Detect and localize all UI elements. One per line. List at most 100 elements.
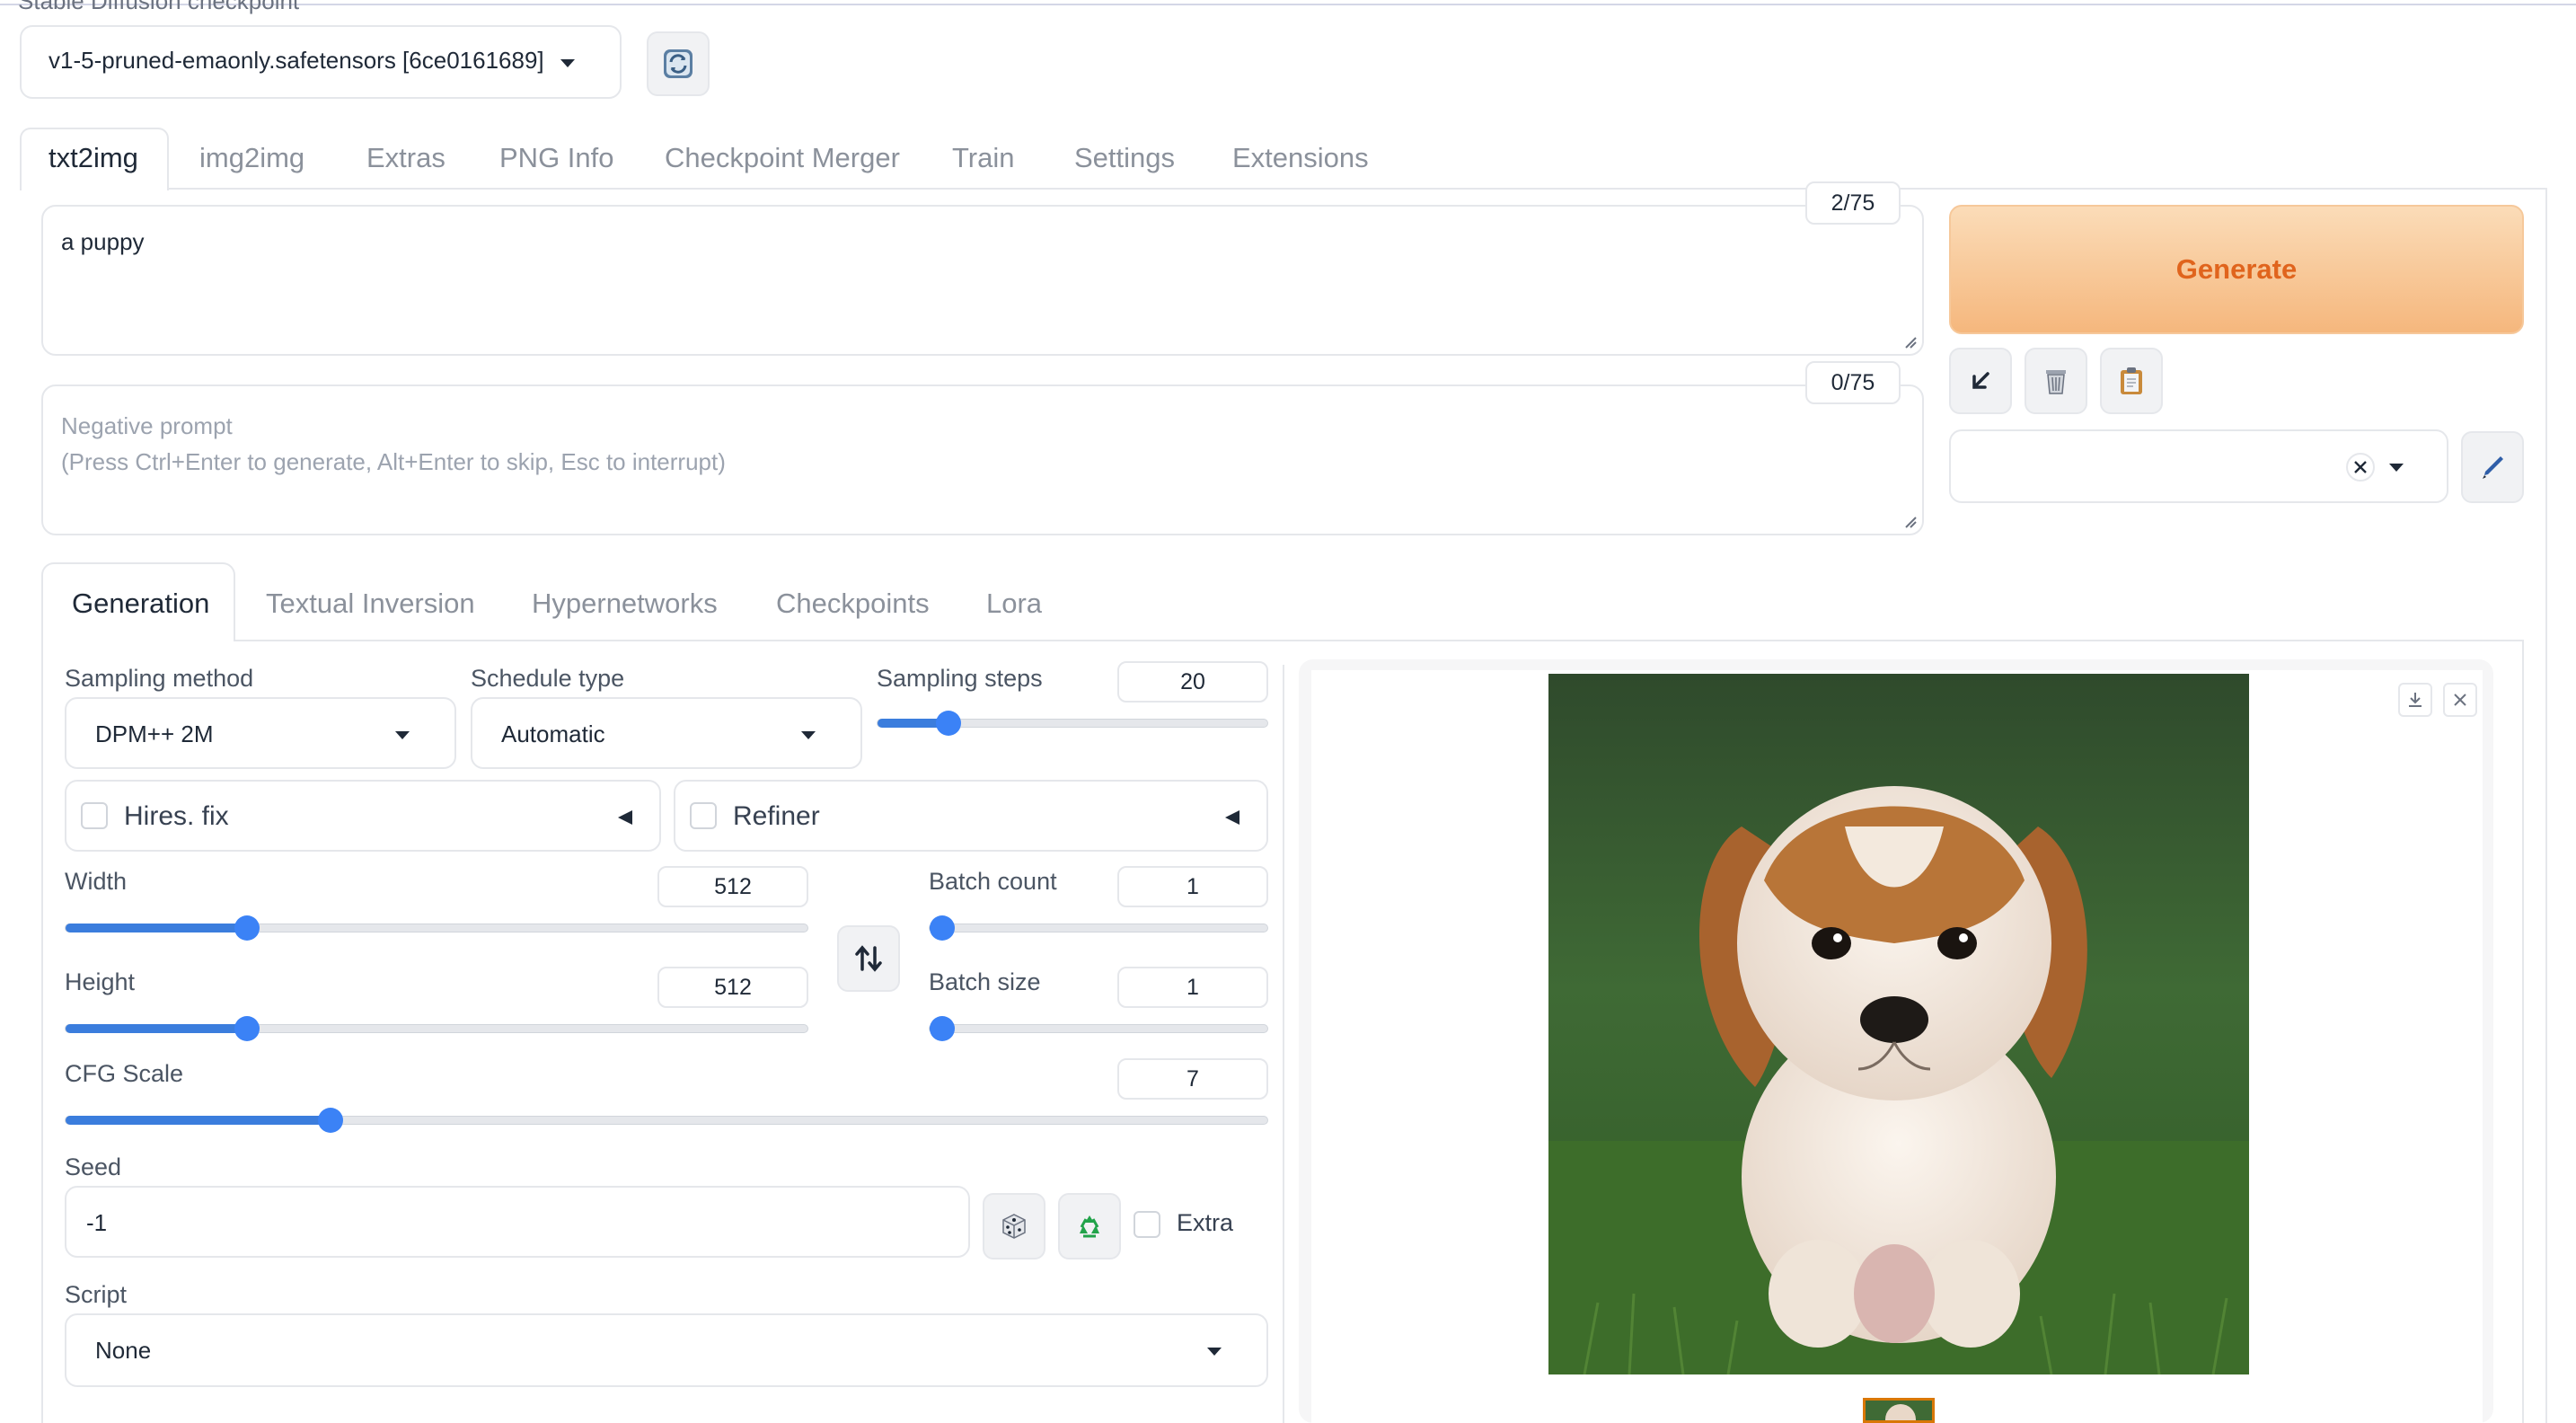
tab-settings[interactable]: Settings — [1074, 142, 1175, 174]
paste-button[interactable] — [2100, 348, 2163, 414]
tab-textual-inversion[interactable]: Textual Inversion — [266, 588, 475, 620]
schedule-type-label: Schedule type — [471, 665, 625, 692]
arrow-down-left-icon — [1972, 372, 1989, 389]
sampling-steps-label: Sampling steps — [877, 665, 1043, 692]
tab-png-info[interactable]: PNG Info — [499, 142, 614, 174]
generate-label: Generate — [2175, 253, 2298, 285]
prompt-text: a puppy — [61, 228, 145, 255]
tab-train[interactable]: Train — [952, 142, 1014, 174]
tab-hypernetworks[interactable]: Hypernetworks — [532, 588, 718, 620]
swap-dimensions-button[interactable] — [837, 925, 900, 992]
cfg-scale-label: CFG Scale — [65, 1060, 184, 1087]
batch-size-slider[interactable] — [929, 1016, 1268, 1041]
edit-styles-button[interactable] — [2461, 431, 2524, 503]
slider-thumb[interactable] — [234, 915, 260, 941]
negative-prompt-placeholder: Negative prompt (Press Ctrl+Enter to gen… — [61, 408, 726, 480]
negative-prompt-textarea[interactable]: Negative prompt (Press Ctrl+Enter to gen… — [41, 384, 1924, 535]
trash-icon — [2046, 370, 2066, 394]
download-icon — [2409, 693, 2422, 707]
close-icon — [2454, 694, 2466, 706]
chevron-down-icon — [801, 731, 816, 739]
refiner-label: Refiner — [733, 801, 820, 831]
random-seed-button[interactable] — [983, 1193, 1045, 1259]
hires-fix-label: Hires. fix — [124, 801, 229, 831]
extra-seed-checkbox[interactable] — [1134, 1211, 1160, 1238]
download-button[interactable] — [2398, 683, 2432, 717]
prompt-token-counter: 2/75 — [1805, 181, 1901, 225]
output-column-divider — [1283, 665, 1284, 1423]
batch-size-label: Batch size — [929, 968, 1041, 995]
close-output-button[interactable] — [2443, 683, 2477, 717]
chevron-down-icon — [1207, 1348, 1222, 1356]
batch-count-slider[interactable] — [929, 915, 1268, 941]
sampling-method-value: DPM++ 2M — [95, 720, 214, 747]
tabs-underline — [167, 188, 2547, 190]
chevron-down-icon — [560, 59, 575, 67]
height-input[interactable]: 512 — [657, 967, 808, 1008]
tab-checkpoints[interactable]: Checkpoints — [776, 588, 930, 620]
tab-extensions[interactable]: Extensions — [1232, 142, 1369, 174]
tab-txt2img[interactable]: txt2img — [49, 142, 138, 174]
tab-lora[interactable]: Lora — [986, 588, 1042, 620]
hires-fix-checkbox[interactable] — [81, 802, 108, 829]
reuse-seed-button[interactable] — [1058, 1193, 1121, 1259]
cfg-scale-slider[interactable] — [65, 1108, 1268, 1133]
sampling-method-label: Sampling method — [65, 665, 254, 692]
slider-thumb[interactable] — [930, 1016, 955, 1041]
sampling-steps-slider[interactable] — [877, 711, 1268, 736]
refiner-checkbox[interactable] — [690, 802, 717, 829]
checkpoint-value: v1-5-pruned-emaonly.safetensors [6ce0161… — [49, 47, 544, 74]
clipboard-icon — [2121, 367, 2142, 394]
width-input[interactable]: 512 — [657, 866, 808, 907]
tab-extras[interactable]: Extras — [366, 142, 446, 174]
extra-seed-label: Extra — [1177, 1209, 1234, 1236]
schedule-type-select[interactable]: Automatic — [471, 697, 862, 769]
refresh-button[interactable] — [647, 31, 710, 96]
top-border — [0, 4, 2576, 5]
subtabs-right-border — [2522, 640, 2524, 1423]
script-select[interactable]: None — [65, 1313, 1268, 1387]
slider-thumb[interactable] — [234, 1016, 260, 1041]
tab-checkpoint-merger[interactable]: Checkpoint Merger — [665, 142, 900, 174]
tab-img2img[interactable]: img2img — [199, 142, 304, 174]
slider-thumb[interactable] — [936, 711, 961, 736]
checkpoint-select[interactable]: v1-5-pruned-emaonly.safetensors [6ce0161… — [20, 25, 622, 99]
generated-image[interactable] — [1548, 674, 2249, 1374]
script-label: Script — [65, 1281, 128, 1308]
generate-button[interactable]: Generate — [1949, 205, 2524, 334]
tab-generation[interactable]: Generation — [72, 588, 209, 620]
collapse-left-icon — [618, 810, 632, 825]
resize-handle-icon[interactable] — [1904, 336, 1917, 349]
slider-fill — [66, 1024, 247, 1033]
thumbnail[interactable] — [1863, 1398, 1935, 1423]
height-slider[interactable] — [65, 1016, 808, 1041]
slider-thumb[interactable] — [930, 915, 955, 941]
negative-prompt-line2: (Press Ctrl+Enter to generate, Alt+Enter… — [61, 448, 726, 475]
hires-fix-accordion[interactable]: Hires. fix — [65, 780, 661, 852]
styles-clear-button[interactable] — [2346, 453, 2375, 482]
batch-count-input[interactable]: 1 — [1117, 866, 1268, 907]
read-params-button[interactable] — [1949, 348, 2012, 414]
refiner-accordion[interactable]: Refiner — [674, 780, 1268, 852]
seed-input[interactable]: -1 — [65, 1186, 970, 1258]
collapse-left-icon — [1225, 810, 1239, 825]
subtabs-left-border — [41, 640, 43, 1423]
clear-prompt-button[interactable] — [2025, 348, 2087, 414]
cfg-scale-input[interactable]: 7 — [1117, 1058, 1268, 1100]
schedule-type-value: Automatic — [501, 720, 605, 747]
recycle-icon — [1080, 1215, 1099, 1238]
batch-count-label: Batch count — [929, 868, 1057, 895]
thumbnail-puppy — [1885, 1404, 1916, 1420]
styles-dropdown[interactable] — [1949, 429, 2448, 503]
resize-handle-icon[interactable] — [1904, 516, 1917, 528]
slider-thumb[interactable] — [318, 1108, 343, 1133]
tabs-right-border — [2545, 188, 2547, 1423]
slider-fill — [66, 924, 247, 932]
pencil-icon — [2483, 456, 2503, 479]
sampling-method-select[interactable]: DPM++ 2M — [65, 697, 456, 769]
seed-label: Seed — [65, 1153, 122, 1180]
sampling-steps-input[interactable]: 20 — [1117, 661, 1268, 703]
width-slider[interactable] — [65, 915, 808, 941]
batch-size-input[interactable]: 1 — [1117, 967, 1268, 1008]
prompt-textarea[interactable]: a puppy — [41, 205, 1924, 356]
